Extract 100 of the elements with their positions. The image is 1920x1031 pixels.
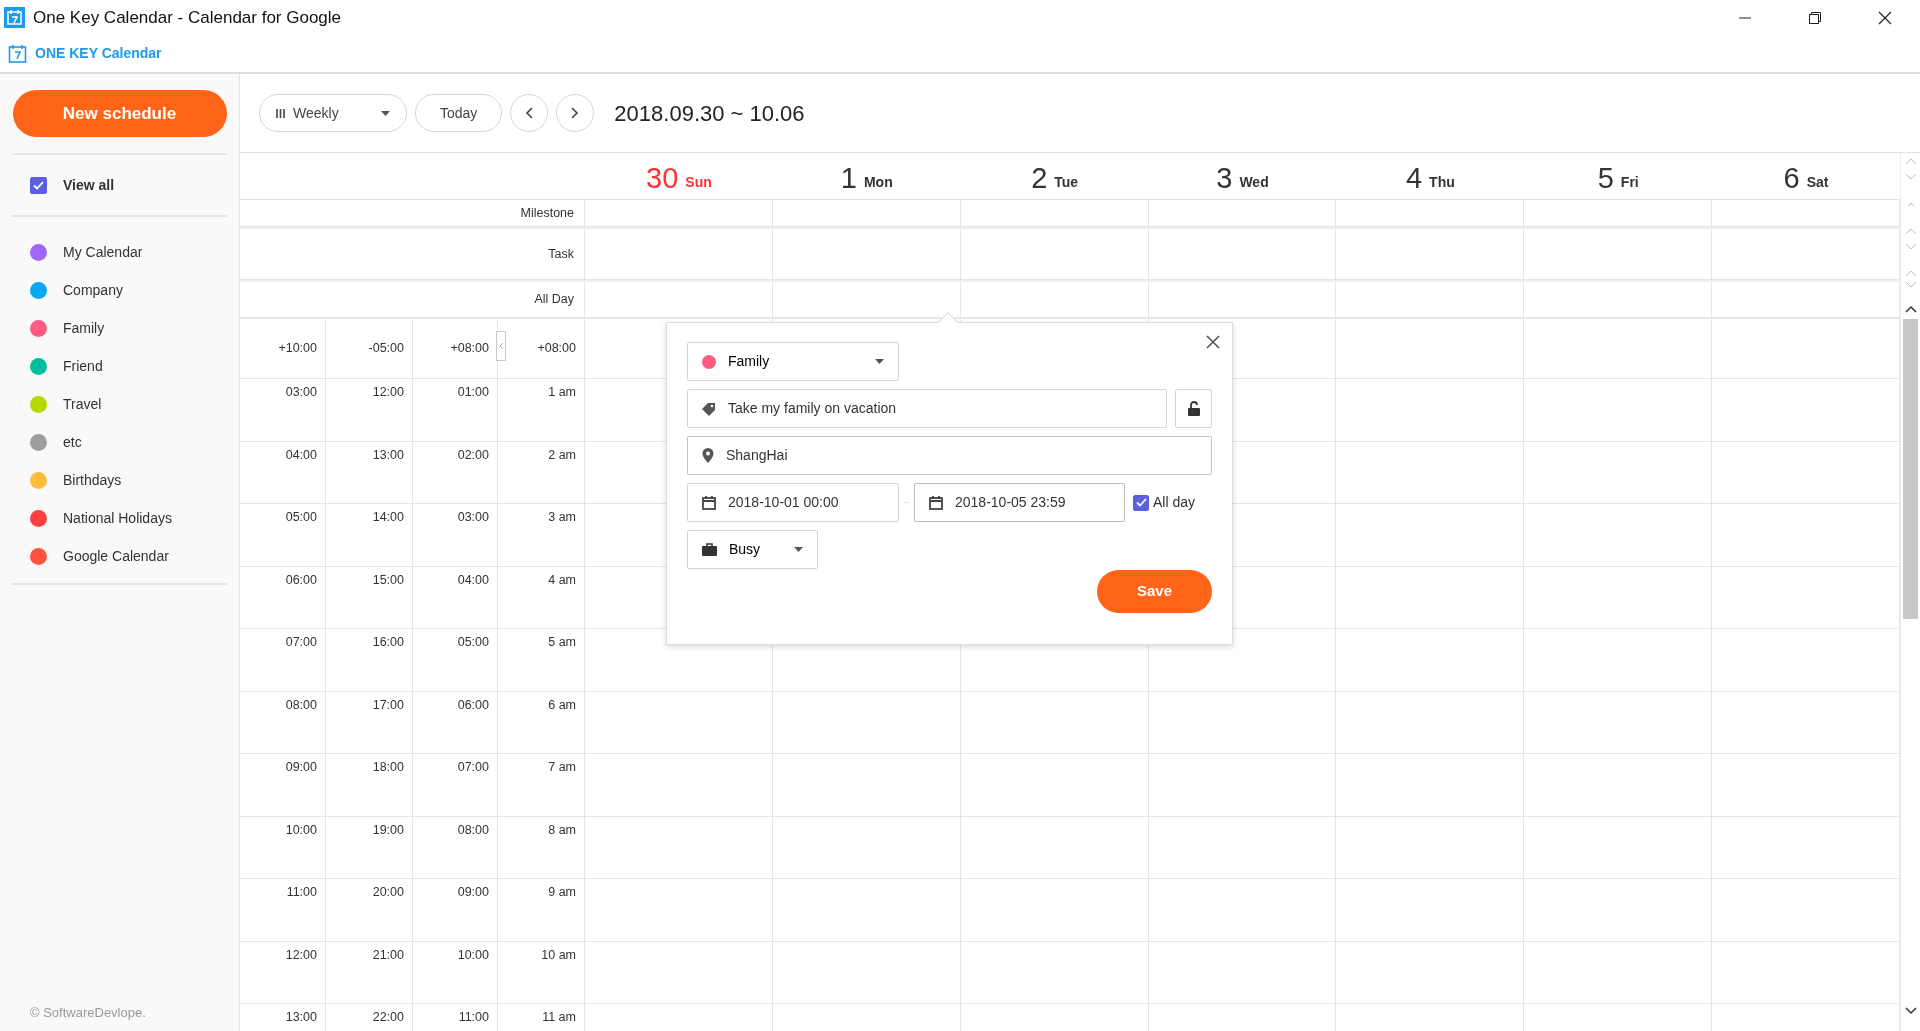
calendar-cell[interactable] xyxy=(585,815,773,878)
calendar-cell[interactable] xyxy=(1148,815,1337,878)
calendar-cell[interactable] xyxy=(1336,878,1525,941)
calendar-cell[interactable] xyxy=(1524,378,1713,441)
calendar-cell[interactable] xyxy=(772,200,961,227)
all-day-checkbox[interactable] xyxy=(1133,494,1149,511)
calendar-cell[interactable] xyxy=(1336,282,1525,318)
calendar-item[interactable]: Travel xyxy=(0,385,239,423)
scrollbar-thumb[interactable] xyxy=(1903,319,1918,619)
calendar-cell[interactable] xyxy=(585,229,773,280)
calendar-cell[interactable] xyxy=(960,229,1149,280)
hour-label: 10 am xyxy=(541,947,576,962)
calendar-cell[interactable] xyxy=(1148,229,1337,280)
calendar-cell[interactable] xyxy=(960,940,1149,1003)
calendar-logo-icon xyxy=(8,44,27,63)
view-all-checkbox[interactable] xyxy=(30,176,47,194)
calendar-item[interactable]: National Holidays xyxy=(0,499,239,537)
calendar-cell[interactable] xyxy=(1524,565,1713,628)
calendar-cell[interactable] xyxy=(1336,200,1525,227)
calendar-cell[interactable] xyxy=(1524,318,1713,378)
calendar-cell[interactable] xyxy=(1524,628,1713,691)
calendar-cell[interactable] xyxy=(585,282,773,318)
calendar-cell[interactable] xyxy=(1336,318,1525,378)
calendar-cell[interactable] xyxy=(1336,565,1525,628)
hour-label: 01:00 xyxy=(457,385,489,399)
calendar-cell[interactable] xyxy=(1148,282,1337,318)
hour-label: 06:00 xyxy=(285,572,317,587)
calendar-item[interactable]: Google Calendar xyxy=(0,537,239,575)
calendar-cell[interactable] xyxy=(960,690,1149,753)
calendar-cell[interactable] xyxy=(1148,200,1337,227)
calendar-cell[interactable] xyxy=(585,200,773,227)
calendar-cell[interactable] xyxy=(585,753,773,816)
previous-button[interactable] xyxy=(510,94,549,132)
calendar-cell[interactable] xyxy=(960,815,1149,878)
app-icon xyxy=(4,7,25,28)
calendar-cell[interactable] xyxy=(772,815,961,878)
calendar-cell[interactable] xyxy=(1148,940,1337,1003)
calendar-cell[interactable] xyxy=(1336,940,1525,1003)
calendar-cell[interactable] xyxy=(1148,753,1337,816)
calendar-cell[interactable] xyxy=(1524,503,1713,566)
calendar-cell[interactable] xyxy=(585,940,773,1003)
calendar-cell[interactable] xyxy=(585,878,773,941)
hour-label: 10:00 xyxy=(457,947,489,962)
scroll-up-icon[interactable] xyxy=(1904,305,1917,313)
view-dropdown[interactable]: Weekly xyxy=(259,94,407,132)
calendar-cell[interactable] xyxy=(1336,815,1525,878)
calendar-cell[interactable] xyxy=(772,878,961,941)
calendar-cell[interactable] xyxy=(1336,503,1525,566)
calendar-cell[interactable] xyxy=(1524,200,1713,227)
hour-label: 04:00 xyxy=(457,572,489,587)
today-button[interactable]: Today xyxy=(415,94,503,132)
calendar-item[interactable]: Company xyxy=(0,271,239,309)
collapse-toggle[interactable] xyxy=(496,331,506,361)
calendar-cell[interactable] xyxy=(1336,753,1525,816)
calendar-cell[interactable] xyxy=(960,753,1149,816)
calendar-cell[interactable] xyxy=(1524,815,1713,878)
calendar-item[interactable]: My Calendar xyxy=(0,233,239,271)
hour-label: 08:00 xyxy=(285,697,317,712)
calendar-cell[interactable] xyxy=(1524,753,1713,816)
calendar-cell[interactable] xyxy=(1336,690,1525,753)
day-name: Fri xyxy=(1620,173,1639,192)
end-date-field[interactable]: 2018-10-05 23:59 xyxy=(914,483,1125,522)
calendar-item[interactable]: etc xyxy=(0,423,239,461)
calendar-cell[interactable] xyxy=(1336,378,1525,441)
calendar-cell[interactable] xyxy=(1336,628,1525,691)
calendar-cell[interactable] xyxy=(1336,440,1525,503)
calendar-cell[interactable] xyxy=(960,200,1149,227)
calendar-cell[interactable] xyxy=(1524,690,1713,753)
calendar-cell[interactable] xyxy=(960,282,1149,318)
calendar-cell[interactable] xyxy=(772,753,961,816)
calendar-cell[interactable] xyxy=(772,690,961,753)
popup-close-button[interactable] xyxy=(1206,335,1220,349)
caret-icon xyxy=(794,547,803,552)
calendar-item[interactable]: Friend xyxy=(0,347,239,385)
calendar-cell[interactable] xyxy=(1524,282,1713,318)
calendar-dropdown[interactable]: Family xyxy=(687,342,899,381)
calendar-cell[interactable] xyxy=(772,940,961,1003)
hour-label: 05:00 xyxy=(285,510,317,524)
timezone-label: +10:00 xyxy=(278,340,317,358)
calendar-cell[interactable] xyxy=(1524,878,1713,941)
lock-button[interactable] xyxy=(1175,389,1212,428)
calendar-cell[interactable] xyxy=(772,229,961,280)
next-button[interactable] xyxy=(556,94,595,132)
availability-dropdown[interactable]: Busy xyxy=(687,530,818,569)
title-field[interactable]: Take my family on vacation xyxy=(687,389,1167,428)
calendar-cell[interactable] xyxy=(1148,878,1337,941)
location-field[interactable]: ShangHai xyxy=(687,436,1212,475)
calendar-cell[interactable] xyxy=(1148,690,1337,753)
calendar-cell[interactable] xyxy=(1524,229,1713,280)
calendar-item[interactable]: Family xyxy=(0,309,239,347)
calendar-cell[interactable] xyxy=(1524,440,1713,503)
calendar-cell[interactable] xyxy=(585,690,773,753)
calendar-cell[interactable] xyxy=(1524,940,1713,1003)
start-date-field[interactable]: 2018-10-01 00:00 xyxy=(687,483,899,522)
calendar-cell[interactable] xyxy=(960,878,1149,941)
scroll-down-icon[interactable] xyxy=(1904,1007,1917,1015)
hour-label: 16:00 xyxy=(372,635,404,649)
calendar-item[interactable]: Birthdays xyxy=(0,461,239,499)
calendar-cell[interactable] xyxy=(772,282,961,318)
calendar-cell[interactable] xyxy=(1336,229,1525,280)
